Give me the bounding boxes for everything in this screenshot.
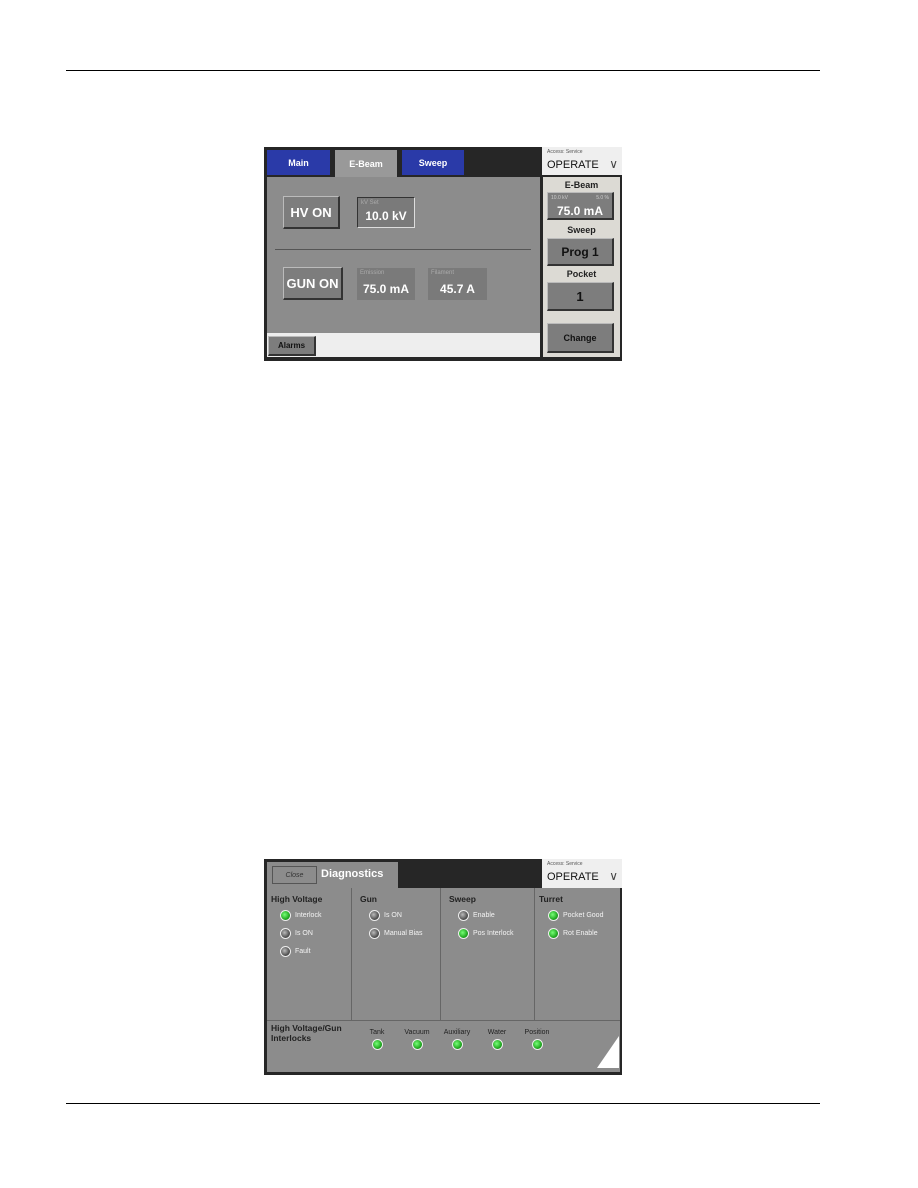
led-on-icon: [451, 1039, 463, 1050]
interlock-indicator: Auxiliary: [437, 1029, 477, 1055]
status-indicator: Pos Interlock: [458, 928, 513, 939]
led-on-icon: [458, 928, 469, 939]
emission-readout: Emission 75.0 mA: [357, 268, 415, 300]
kv-set-field[interactable]: kV Set 10.0 kV: [357, 197, 415, 228]
filament-value: 45.7 A: [440, 282, 475, 296]
led-off-icon: [280, 946, 291, 957]
led-off-icon: [369, 910, 380, 921]
indicator-label: Pocket Good: [563, 912, 604, 919]
divider: [275, 249, 531, 250]
indicator-label: Is ON: [295, 930, 313, 937]
interlock-indicator: Vacuum: [397, 1029, 437, 1055]
indicator-label: Is ON: [384, 912, 402, 919]
tab-main[interactable]: Main: [267, 150, 330, 175]
gun-on-button[interactable]: GUN ON: [283, 267, 343, 300]
sweep-program-button[interactable]: Prog 1: [547, 238, 614, 266]
interlock-label: Position: [524, 1029, 550, 1036]
status-indicator: Is ON: [369, 910, 402, 921]
column-divider: [440, 888, 441, 1020]
access-label: Access: Service: [547, 861, 583, 867]
column-divider: [351, 888, 352, 1020]
chevron-down-icon: ∨: [609, 869, 618, 883]
pocket-button[interactable]: 1: [547, 282, 614, 311]
status-indicator: Enable: [458, 910, 495, 921]
divider: [267, 1020, 620, 1021]
ebeam-label: E-Beam: [564, 180, 599, 190]
group-title: Sweep: [449, 894, 476, 904]
interlocks-title: High Voltage/Gun Interlocks: [271, 1023, 342, 1043]
ebeam-pct: 5.0 %: [596, 195, 609, 201]
led-on-icon: [531, 1039, 543, 1050]
led-on-icon: [411, 1039, 423, 1050]
interlock-indicator: Water: [477, 1029, 517, 1055]
status-indicator: Manual Bias: [369, 928, 423, 939]
sweep-label: Sweep: [567, 225, 596, 235]
emission-label: Emission: [360, 270, 385, 276]
led-off-icon: [280, 928, 291, 939]
tab-ebeam[interactable]: E-Beam: [335, 150, 397, 177]
filament-readout: Filament 45.7 A: [428, 268, 487, 300]
indicator-label: Manual Bias: [384, 930, 423, 937]
chevron-down-icon: ∨: [609, 157, 618, 171]
emission-value: 75.0 mA: [362, 282, 410, 296]
status-indicator: Pocket Good: [548, 910, 603, 921]
status-indicator: Interlock: [280, 910, 321, 921]
led-off-icon: [369, 928, 380, 939]
change-button[interactable]: Change: [547, 323, 614, 353]
document-page: Main E-Beam Sweep Access: Service OPERAT…: [0, 0, 918, 1188]
access-mode: OPERATE: [547, 159, 599, 171]
kv-set-value: 10.0 kV: [365, 209, 407, 223]
interlock-label: Auxiliary: [443, 1029, 471, 1036]
led-on-icon: [548, 928, 559, 939]
column-divider: [534, 888, 535, 1020]
indicator-label: Pos Interlock: [473, 930, 514, 937]
ebeam-kv: 10.0 kV: [551, 195, 568, 201]
indicator-label: Interlock: [295, 912, 322, 919]
alarms-button[interactable]: Alarms: [268, 336, 316, 356]
main-panel: HV ON kV Set 10.0 kV GUN ON Emission 75.…: [267, 177, 540, 333]
interlock-label: Tank: [369, 1029, 385, 1036]
tab-sweep[interactable]: Sweep: [402, 150, 464, 175]
interlock-label: Water: [487, 1029, 507, 1036]
ebeam-button[interactable]: 10.0 kV 5.0 % 75.0 mA: [547, 192, 614, 220]
kv-set-label: kV Set: [361, 200, 379, 206]
alarm-bar: Alarms: [267, 333, 540, 357]
led-on-icon: [491, 1039, 503, 1050]
led-on-icon: [548, 910, 559, 921]
status-indicator: Rot Enable: [548, 928, 598, 939]
interlock-label: Vacuum: [404, 1029, 430, 1036]
indicator-label: Fault: [295, 948, 311, 955]
indicator-label: Rot Enable: [563, 930, 598, 937]
diagnostics-screenshot: Close Diagnostics Access: Service OPERAT…: [264, 859, 622, 1075]
interlock-indicator: Position: [517, 1029, 557, 1055]
access-mode: OPERATE: [547, 871, 599, 883]
group-title: High Voltage: [271, 894, 323, 904]
status-indicator: Is ON: [280, 928, 313, 939]
group-title: Gun: [360, 894, 377, 904]
status-indicator: Fault: [280, 946, 311, 957]
access-selector[interactable]: Access: Service OPERATE ∨: [542, 147, 622, 175]
access-selector[interactable]: Access: Service OPERATE ∨: [542, 859, 622, 888]
diagnostics-tab: Close Diagnostics: [267, 862, 398, 890]
ebeam-screenshot: Main E-Beam Sweep Access: Service OPERAT…: [264, 147, 622, 361]
ebeam-value: 75.0 mA: [556, 204, 604, 218]
indicator-label: Enable: [473, 912, 495, 919]
hv-on-button[interactable]: HV ON: [283, 196, 340, 229]
access-label: Access: Service: [547, 149, 583, 155]
close-button[interactable]: Close: [272, 866, 317, 884]
diagnostics-title: Diagnostics: [321, 868, 384, 880]
led-on-icon: [371, 1039, 383, 1050]
filament-label: Filament: [431, 270, 455, 276]
led-off-icon: [458, 910, 469, 921]
diagnostics-panel: High Voltage Interlock Is ON Fault Gun Is ON M…: [267, 888, 620, 1072]
led-on-icon: [280, 910, 291, 921]
page-corner-icon[interactable]: [597, 1036, 619, 1068]
group-title: Turret: [539, 894, 563, 904]
pocket-label: Pocket: [566, 269, 597, 279]
footer-rule: [66, 1103, 820, 1104]
header-rule: [66, 70, 820, 71]
side-panel: E-Beam 10.0 kV 5.0 % 75.0 mA Sweep Prog …: [543, 177, 620, 357]
interlock-indicator: Tank: [357, 1029, 397, 1055]
